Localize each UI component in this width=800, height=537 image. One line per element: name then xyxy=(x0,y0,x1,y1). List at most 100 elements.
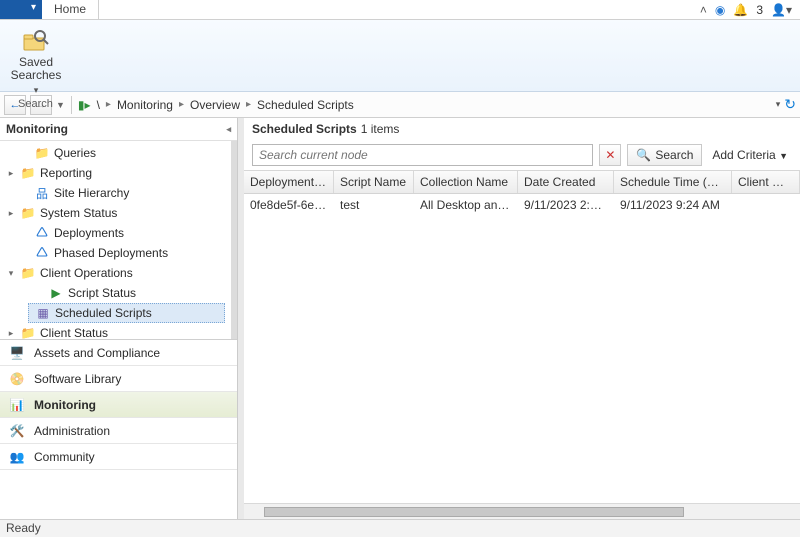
bell-icon[interactable]: 🔔 xyxy=(733,3,748,17)
tree-item-phased-deployments[interactable]: 🛆Phased Deployments xyxy=(0,243,231,263)
home-icon[interactable]: ▮▸ xyxy=(78,98,91,112)
cell-client-op-id xyxy=(732,194,800,216)
expand-icon[interactable]: ▸ xyxy=(6,328,16,339)
main-pane: Scheduled Scripts 1 items ✕ 🔍Search Add … xyxy=(244,118,800,519)
tree-item-reporting[interactable]: ▸ 📁 Reporting xyxy=(0,163,231,183)
tree-item-scheduled-scripts[interactable]: ▦ Scheduled Scripts xyxy=(28,303,225,323)
cell-script-name: test xyxy=(334,194,414,216)
collapse-icon[interactable]: ▾ xyxy=(6,268,16,279)
wunderbar-software[interactable]: 📀 Software Library xyxy=(0,366,237,392)
scrollbar-thumb[interactable] xyxy=(264,507,684,517)
results-grid: Deployment Id Script Name Collection Nam… xyxy=(244,170,800,216)
wunderbar-label: Assets and Compliance xyxy=(34,346,160,360)
dropdown-caret-icon: ▾ xyxy=(34,85,39,95)
column-date-created[interactable]: Date Created xyxy=(518,171,614,193)
wunderbar-assets[interactable]: 🖥️ Assets and Compliance xyxy=(0,340,237,366)
wunderbar-monitoring[interactable]: 📊 Monitoring xyxy=(0,392,237,418)
scheduled-script-icon: ▦ xyxy=(35,306,51,320)
tree-item-queries[interactable]: 📁 Queries xyxy=(0,143,231,163)
folder-icon: 📁 xyxy=(34,146,50,160)
title-tab-bar: Home ˄ ◉ 🔔3 👤▾ xyxy=(0,0,800,20)
main-count: 1 items xyxy=(361,122,400,136)
nav-tree: 📁Queries ▸📁Reporting 品Site Hierarchy ▸📁S… xyxy=(0,141,231,339)
refresh-icon[interactable]: ↻ xyxy=(784,96,796,113)
breadcrumb-overview[interactable]: Overview xyxy=(190,98,240,112)
wunderbar-label: Administration xyxy=(34,424,110,438)
nav-bar: ← → ▼ ▮▸ \ ▸ Monitoring ▸ Overview ▸ Sch… xyxy=(0,92,800,118)
tree-item-client-status[interactable]: ▸📁Client Status xyxy=(0,323,231,339)
wunderbar-label: Monitoring xyxy=(34,398,96,412)
tree-label: Reporting xyxy=(40,166,92,180)
search-bar: ✕ 🔍Search Add Criteria ▼ xyxy=(244,140,800,170)
tree-label: Phased Deployments xyxy=(54,246,168,260)
search-button-label: Search xyxy=(655,148,693,162)
wunderbar-label: Software Library xyxy=(34,372,121,386)
breadcrumb-root[interactable]: \ xyxy=(97,98,100,112)
tree-label: Queries xyxy=(54,146,96,160)
folder-icon: 📁 xyxy=(20,166,36,180)
tree-label: Deployments xyxy=(54,226,124,240)
add-criteria-button[interactable]: Add Criteria ▼ xyxy=(708,148,792,162)
breadcrumb-monitoring[interactable]: Monitoring xyxy=(117,98,173,112)
expand-icon[interactable]: ▸ xyxy=(6,208,16,219)
workspace: Monitoring ◂ 📁 Queries ▸ 📁 Reporting 品 Site … xyxy=(0,118,800,519)
wunderbar-community[interactable]: 👥 Community xyxy=(0,444,237,470)
left-pane-title: Monitoring xyxy=(6,122,68,136)
hierarchy-icon: 品 xyxy=(34,185,50,202)
column-deployment-id[interactable]: Deployment Id xyxy=(244,171,334,193)
script-icon: ▶ xyxy=(48,286,64,300)
cell-date-created: 9/11/2023 2:2… xyxy=(518,194,614,216)
tree-scrollbar[interactable] xyxy=(231,141,237,339)
tree-item-site-hierarchy[interactable]: 品 Site Hierarchy xyxy=(0,183,231,203)
cell-collection-name: All Desktop and… xyxy=(414,194,518,216)
deployments-icon: 🛆 xyxy=(34,223,50,244)
help-icon[interactable]: ◉ xyxy=(715,3,725,17)
wunderbar-label: Community xyxy=(34,450,95,464)
search-input[interactable] xyxy=(252,144,593,166)
tree-item-deployments[interactable]: 🛆 Deployments xyxy=(0,223,231,243)
column-collection-name[interactable]: Collection Name xyxy=(414,171,518,193)
chevron-right-icon: ▸ xyxy=(179,99,184,110)
chevron-right-icon: ▸ xyxy=(106,99,111,110)
collapse-icon[interactable]: ◂ xyxy=(226,124,231,135)
history-dropdown-icon[interactable]: ▼ xyxy=(56,100,65,110)
column-script-name[interactable]: Script Name xyxy=(334,171,414,193)
tree-item-system-status[interactable]: ▸📁System Status xyxy=(0,203,231,223)
chevron-down-icon: ▼ xyxy=(779,151,788,161)
cell-schedule-time: 9/11/2023 9:24 AM xyxy=(614,194,732,216)
tree-item-script-status[interactable]: ▶Script Status xyxy=(0,283,231,303)
assets-icon: 🖥️ xyxy=(8,344,26,362)
ribbon: Saved Searches ▾ xyxy=(0,20,800,92)
app-menu-button[interactable] xyxy=(0,0,42,19)
folder-icon: 📁 xyxy=(20,326,36,339)
breadcrumb-dropdown-icon[interactable]: ▾ xyxy=(776,99,781,110)
wunderbar-administration[interactable]: 🛠️Administration xyxy=(0,418,237,444)
column-client-op-id[interactable]: Client Operation ID xyxy=(732,171,800,193)
status-bar: Ready xyxy=(0,519,800,537)
community-icon: 👥 xyxy=(8,448,26,466)
tree-label: Client Operations xyxy=(40,266,133,280)
breadcrumb-scheduled-scripts[interactable]: Scheduled Scripts xyxy=(257,98,354,112)
breadcrumb[interactable]: ▮▸ \ ▸ Monitoring ▸ Overview ▸ Scheduled… xyxy=(78,98,772,112)
tab-home[interactable]: Home xyxy=(42,0,99,19)
chevron-up-icon[interactable]: ˄ xyxy=(700,3,707,17)
tree-label: Scheduled Scripts xyxy=(55,306,152,320)
saved-searches-label: Saved Searches xyxy=(6,56,66,82)
software-icon: 📀 xyxy=(8,370,26,388)
column-schedule-time[interactable]: Schedule Time (UTC) xyxy=(614,171,732,193)
search-button[interactable]: 🔍Search xyxy=(627,144,702,166)
monitoring-icon: 📊 xyxy=(8,396,26,414)
clear-search-button[interactable]: ✕ xyxy=(599,144,621,166)
expand-icon[interactable]: ▸ xyxy=(6,168,16,179)
table-row[interactable]: 0fe8de5f-6ef5-… test All Desktop and… 9/… xyxy=(244,194,800,216)
saved-searches-button[interactable]: Saved Searches ▾ xyxy=(6,24,66,96)
saved-searches-icon xyxy=(20,24,52,56)
add-criteria-label: Add Criteria xyxy=(712,148,775,162)
horizontal-scrollbar[interactable] xyxy=(244,503,800,519)
cell-deployment-id: 0fe8de5f-6ef5-… xyxy=(244,194,334,216)
left-pane: Monitoring ◂ 📁 Queries ▸ 📁 Reporting 品 Site … xyxy=(0,118,238,519)
tree-item-client-operations[interactable]: ▾📁Client Operations xyxy=(0,263,231,283)
status-text: Ready xyxy=(6,521,41,535)
user-menu-icon[interactable]: 👤▾ xyxy=(771,3,792,17)
tree-label: Site Hierarchy xyxy=(54,186,129,200)
